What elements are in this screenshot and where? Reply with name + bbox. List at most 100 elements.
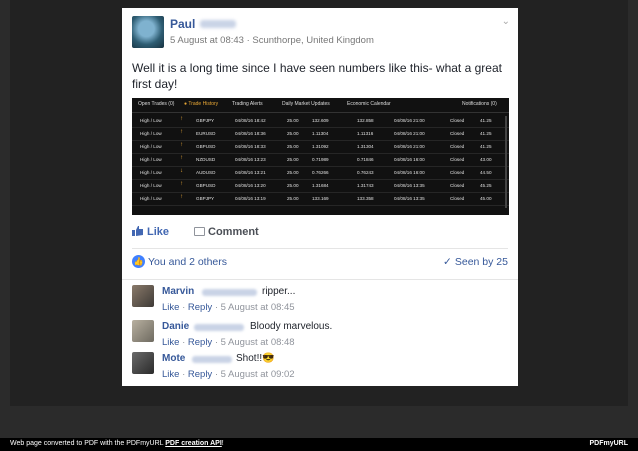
like-reaction-icon: 👍 — [132, 255, 145, 268]
open-price: 1.31684 — [312, 183, 329, 188]
asset: GBPUSD — [196, 144, 216, 149]
footer-link[interactable]: PDF creation API — [165, 440, 222, 447]
comment-button[interactable]: Comment — [194, 226, 259, 238]
direction-arrow: ↑ — [180, 116, 183, 122]
commenter-avatar[interactable] — [132, 352, 154, 374]
author-name[interactable]: Paul — [170, 17, 195, 31]
comment-time[interactable]: 5 August at 09:02 — [221, 369, 295, 380]
comment: Danie Bloody marvelous. Like · Reply · 5… — [132, 320, 508, 350]
payout: 45.00 — [480, 196, 492, 201]
trade-row: High / Low ↑ GBPUSD 04/08/16 13:20 25.00 1.31… — [132, 179, 509, 193]
trade-type: High / Low — [140, 170, 162, 175]
comment-like-link[interactable]: Like — [162, 302, 179, 313]
status: Closed — [450, 196, 465, 201]
comment-like-link[interactable]: Like — [162, 337, 179, 348]
footer-caption: Web page converted to PDF with the PDFmy… — [10, 440, 164, 447]
trade-row: High / Low ↓ AUDUSD 04/08/16 13:21 25.00 0.76… — [132, 166, 509, 180]
footer-text: Web page converted to PDF with the PDFmy… — [10, 440, 224, 447]
asset: EURUSD — [196, 131, 216, 136]
open-time: 04/08/16 13:20 — [235, 183, 266, 188]
direction-arrow: ↑ — [180, 181, 183, 187]
status: Closed — [450, 157, 465, 162]
commenter-avatar[interactable] — [132, 285, 154, 307]
close-price: 1.11316 — [357, 131, 374, 136]
trade-row: High / Low ↑ GBPJPY 04/08/16 13:19 25.00 133.… — [132, 192, 509, 206]
trade-row: High / Low ↑ GBPUSD 04/08/16 18:33 25.00 1.31… — [132, 140, 509, 154]
trade-type: High / Low — [140, 131, 162, 136]
direction-arrow: ↑ — [180, 129, 183, 135]
divider — [132, 248, 508, 249]
comment-reply-link[interactable]: Reply — [188, 337, 212, 348]
commenter-name[interactable]: Mote — [162, 353, 185, 364]
direction-arrow: ↓ — [180, 168, 183, 174]
commenter-surname-blurred — [192, 356, 232, 363]
author-avatar[interactable] — [132, 16, 164, 48]
amount: 25.00 — [287, 144, 299, 149]
comment-time[interactable]: 5 August at 08:45 — [221, 302, 295, 313]
trade-type: High / Low — [140, 157, 162, 162]
close-time: 04/08/16 21:00 — [394, 131, 425, 136]
comment-meta: Like · Reply · 5 August at 08:48 — [162, 337, 295, 348]
commenter-avatar[interactable] — [132, 320, 154, 342]
open-time: 04/08/16 18:36 — [235, 131, 266, 136]
open-price: 1.11304 — [312, 131, 329, 136]
screenshot-scrollbar — [505, 116, 507, 208]
comment-like-link[interactable]: Like — [162, 369, 179, 380]
close-price: 1.31304 — [357, 144, 374, 149]
pdfmyurl-logo: PDFmyURL — [589, 440, 628, 447]
pdf-footer: Web page converted to PDF with the PDFmy… — [0, 438, 638, 451]
reactions-bar: 👍 You and 2 others ✓ Seen by 25 — [132, 255, 508, 271]
close-price: 132.858 — [357, 118, 374, 123]
like-label: Like — [147, 226, 170, 238]
direction-arrow: ↑ — [180, 155, 183, 161]
comment-text: Bloody marvelous. — [250, 321, 333, 332]
comment-meta: Like · Reply · 5 August at 08:45 — [162, 302, 295, 313]
amount: 25.00 — [287, 131, 299, 136]
close-price: 0.71846 — [357, 157, 374, 162]
amount: 25.00 — [287, 118, 299, 123]
trade-row: High / Low ↑ NZDUSD 04/08/16 13:23 25.00 0.71… — [132, 153, 509, 167]
comment-time[interactable]: 5 August at 08:48 — [221, 337, 295, 348]
reactions-count[interactable]: You and 2 others — [148, 256, 227, 268]
commenter-name[interactable]: Marvin — [162, 286, 194, 297]
comment-reply-link[interactable]: Reply — [188, 369, 212, 380]
check-icon: ✓ — [443, 256, 452, 268]
amount: 25.00 — [287, 183, 299, 188]
asset: GBPUSD — [196, 183, 216, 188]
asset: NZDUSD — [196, 157, 216, 162]
trade-type: High / Low — [140, 196, 162, 201]
payout: 45.25 — [480, 183, 492, 188]
close-time: 04/08/16 13:35 — [394, 183, 425, 188]
amount: 25.00 — [287, 157, 299, 162]
open-time: 04/08/16 13:23 — [235, 157, 266, 162]
open-time: 04/08/16 18:42 — [235, 118, 266, 123]
commenter-name[interactable]: Danie — [162, 321, 189, 332]
comment-label: Comment — [208, 226, 259, 238]
payout: 43.00 — [480, 157, 492, 162]
commenter-surname-blurred — [202, 289, 257, 296]
seen-by[interactable]: ✓ Seen by 25 — [443, 256, 508, 268]
comment-text: ripper... — [262, 286, 296, 297]
payout: 41.25 — [480, 118, 492, 123]
commenter-surname-blurred — [194, 324, 244, 331]
open-time: 04/08/16 13:19 — [235, 196, 266, 201]
open-price: 0.76266 — [312, 170, 329, 175]
footer-suffix: ! — [221, 440, 224, 447]
chevron-down-icon[interactable]: ⌄ — [502, 16, 510, 27]
trade-row: High / Low ↑ EURUSD 04/08/16 18:36 25.00 1.11… — [132, 127, 509, 141]
post-meta: 5 August at 08:43 · Scunthorpe, United K… — [170, 35, 374, 46]
tab-open-trades: Open Trades (0) — [138, 101, 175, 107]
trade-type: High / Low — [140, 183, 162, 188]
divider — [122, 279, 518, 280]
asset: GBPJPY — [196, 196, 215, 201]
status: Closed — [450, 118, 465, 123]
close-time: 04/08/16 21:00 — [394, 118, 425, 123]
comment-text: Shot!!😎 — [236, 353, 275, 364]
close-price: 1.31743 — [357, 183, 374, 188]
thumbs-up-icon — [132, 226, 143, 236]
comment-meta: Like · Reply · 5 August at 09:02 — [162, 369, 295, 380]
open-price: 0.71989 — [312, 157, 329, 162]
comment-reply-link[interactable]: Reply — [188, 302, 212, 313]
like-button[interactable]: Like — [132, 226, 169, 238]
open-price: 132.609 — [312, 118, 329, 123]
